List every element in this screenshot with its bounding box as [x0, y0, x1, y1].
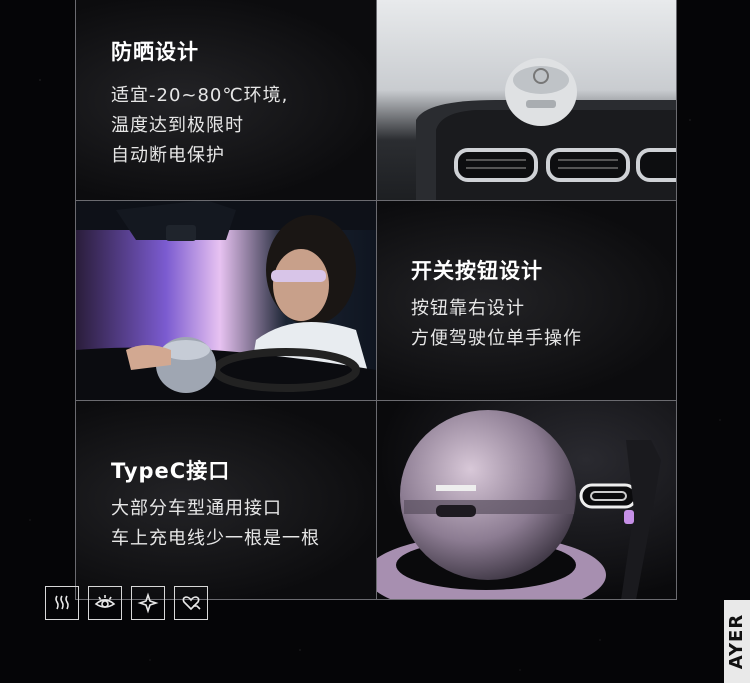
- eye-icon: [88, 586, 122, 620]
- sparkle-icon: [131, 586, 165, 620]
- heart-hand-icon: [174, 586, 208, 620]
- feature-line: 温度达到极限时: [111, 115, 244, 136]
- feature-card-typec-port: TypeC接口 大部分车型通用接口 车上充电线少一根是一根: [76, 400, 376, 600]
- feature-line: 车上充电线少一根是一根: [111, 528, 320, 549]
- feature-title: 开关按钮设计: [411, 259, 543, 283]
- feature-title: TypeC接口: [111, 459, 231, 483]
- photo-dashboard-device: [376, 0, 676, 200]
- brand-text: AYER: [726, 613, 748, 670]
- feature-line: 自动断电保护: [111, 145, 225, 166]
- brand-tab: AYER: [724, 600, 750, 683]
- feature-title: 防晒设计: [111, 40, 199, 64]
- photo-typec-device: [376, 400, 676, 600]
- feature-line: 适宜-20~80℃环境,: [111, 85, 289, 106]
- feature-card-sun-protection: 防晒设计 适宜-20~80℃环境, 温度达到极限时 自动断电保护: [76, 0, 376, 200]
- feature-icons-row: [45, 586, 208, 620]
- photo-woman-driving: [76, 200, 376, 400]
- feature-grid: 防晒设计 适宜-20~80℃环境, 温度达到极限时 自动断电保护 开关按钮设计 …: [75, 0, 677, 600]
- feature-line: 大部分车型通用接口: [111, 498, 282, 519]
- feature-line: 方便驾驶位单手操作: [411, 328, 582, 349]
- feature-card-switch-button: 开关按钮设计 按钮靠右设计 方便驾驶位单手操作: [376, 200, 676, 400]
- heat-waves-icon: [45, 586, 79, 620]
- feature-line: 按钮靠右设计: [411, 298, 525, 319]
- grid-divider: [376, 0, 377, 600]
